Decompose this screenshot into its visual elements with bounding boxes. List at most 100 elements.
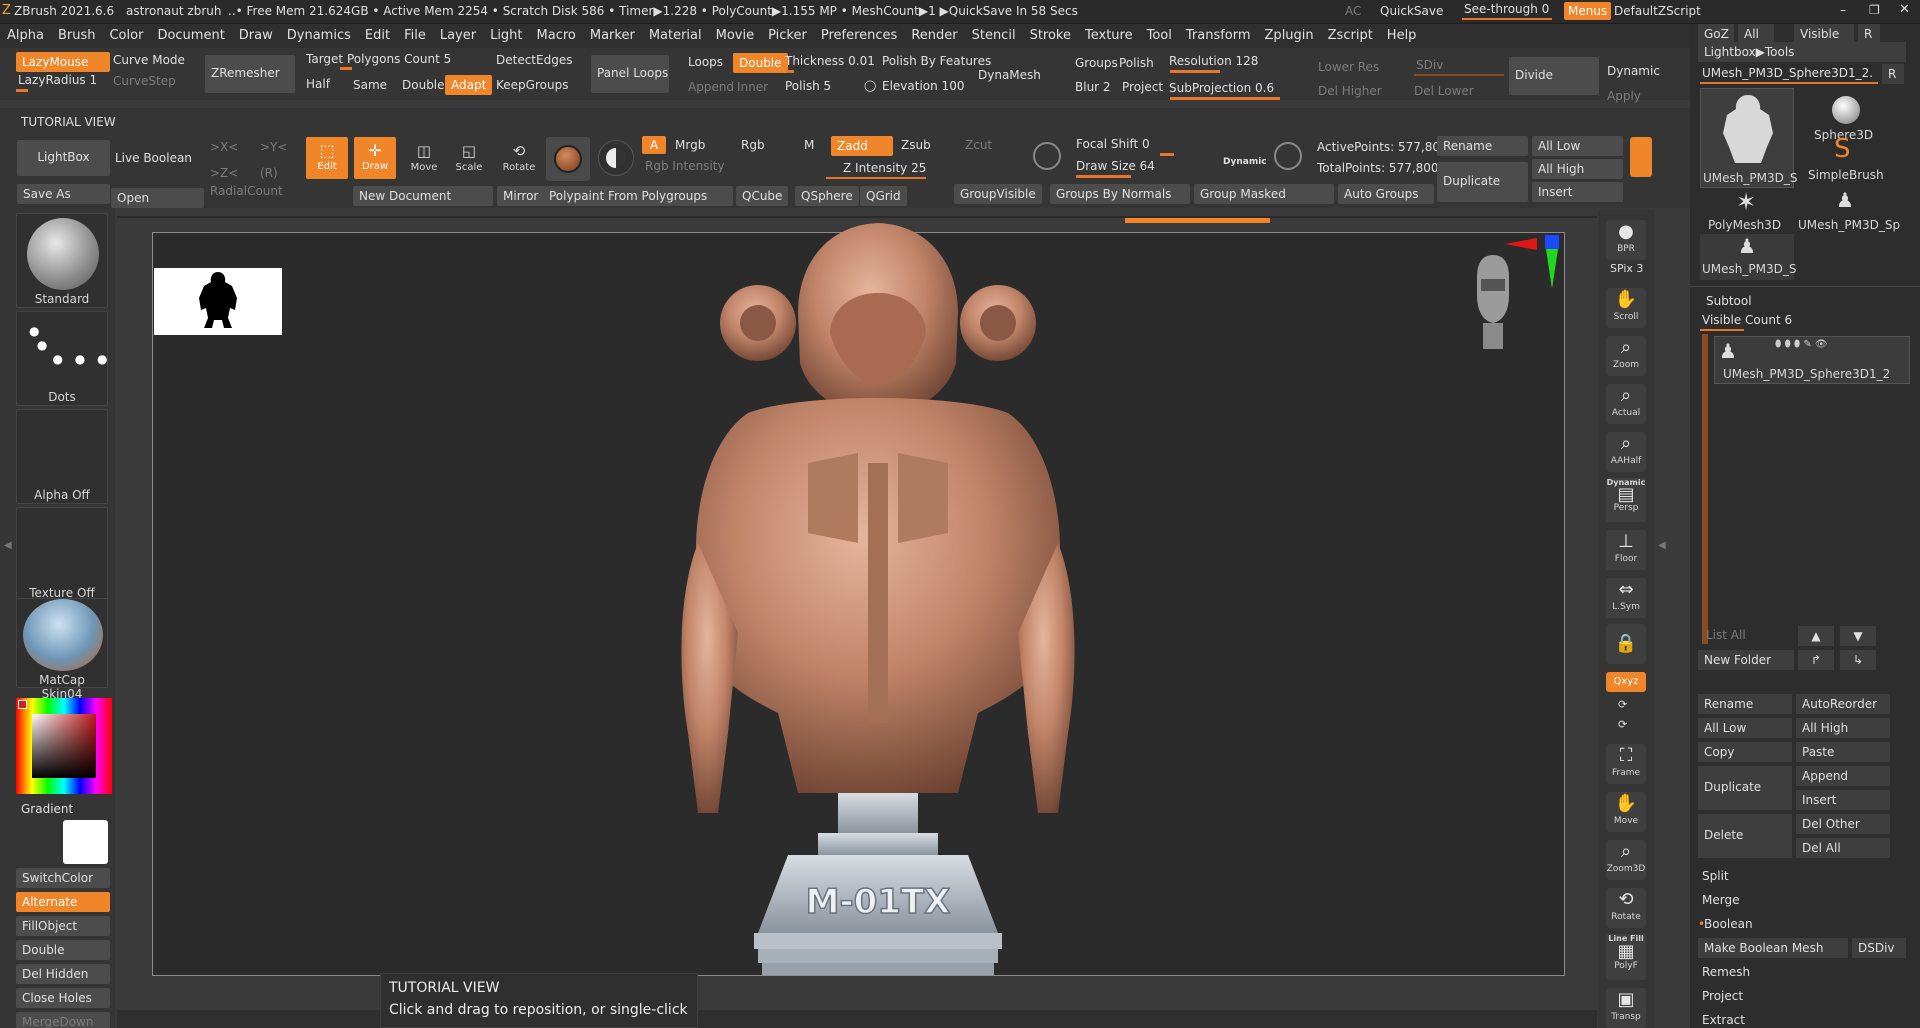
auto-groups-button[interactable]: Auto Groups: [1338, 184, 1434, 204]
folder-action2-icon[interactable]: ↳: [1840, 650, 1876, 670]
rotate-view-button[interactable]: ⟲ Rotate: [1606, 888, 1646, 928]
tool-thumb-umesh-3[interactable]: ♟ UMesh_PM3D_S: [1700, 234, 1796, 280]
rgb-intensity-slider[interactable]: Rgb Intensity: [645, 159, 725, 173]
duplicate-button[interactable]: Duplicate: [1698, 766, 1792, 810]
detectedges-button[interactable]: DetectEdges: [496, 53, 572, 67]
copy-button[interactable]: Copy: [1698, 742, 1792, 762]
del-hidden-button[interactable]: Del Hidden: [16, 964, 110, 984]
rotate-y-icon[interactable]: ⟳: [1618, 698, 1627, 711]
z-intensity-slider[interactable]: Z Intensity 25: [843, 161, 926, 175]
groups-button[interactable]: Groups: [1075, 56, 1118, 70]
menu-light[interactable]: Light: [483, 24, 529, 43]
make-boolean-mesh-button[interactable]: Make Boolean Mesh: [1698, 938, 1848, 958]
zoom-button[interactable]: ⌕ Zoom: [1606, 336, 1646, 376]
menu-help[interactable]: Help: [1380, 24, 1424, 43]
alternate-button[interactable]: Alternate: [16, 892, 110, 912]
menu-file[interactable]: File: [397, 24, 433, 43]
draw-size-slider[interactable]: Draw Size 64: [1076, 159, 1155, 173]
folder-action-icon[interactable]: ↱: [1798, 650, 1834, 670]
xyz-button[interactable]: Qxyz: [1606, 672, 1646, 692]
same-button[interactable]: Same: [353, 78, 387, 92]
mirror-button[interactable]: Mirror: [497, 186, 545, 206]
menu-layer[interactable]: Layer: [433, 24, 483, 43]
persp-button[interactable]: Dynamic ▤ Persp: [1606, 478, 1646, 522]
focal-shift-icon[interactable]: [1033, 142, 1061, 170]
focal-shift-slider[interactable]: Focal Shift 0: [1076, 137, 1150, 151]
material-swatch-button[interactable]: [546, 137, 590, 181]
minimize-icon[interactable]: –: [1840, 3, 1846, 17]
del-higher-button[interactable]: Del Higher: [1318, 84, 1382, 98]
floor-button[interactable]: ⊥ Floor: [1606, 530, 1646, 570]
rename-button[interactable]: Rename: [1698, 694, 1792, 714]
split-header[interactable]: Split: [1702, 869, 1729, 883]
menu-alpha[interactable]: Alpha: [0, 24, 51, 43]
radialcount-slider[interactable]: RadialCount: [210, 184, 283, 198]
zadd-button[interactable]: Zadd: [831, 136, 893, 156]
menu-edit[interactable]: Edit: [358, 24, 397, 43]
groups-by-normals-button[interactable]: Groups By Normals: [1050, 184, 1190, 204]
sym-z-button[interactable]: >Z<: [210, 166, 238, 180]
menu-preferences[interactable]: Preferences: [814, 24, 904, 43]
group-masked-button[interactable]: Group Masked: [1194, 184, 1334, 204]
del-other-button[interactable]: Del Other: [1796, 814, 1890, 834]
qgrid-button[interactable]: QGrid: [860, 186, 907, 206]
head-gizmo-icon[interactable]: [1467, 251, 1519, 351]
close-holes-button[interactable]: Close Holes: [16, 988, 110, 1008]
viewport-canvas[interactable]: M-01TX: [152, 223, 1565, 976]
goz-button[interactable]: GoZ: [1698, 24, 1734, 44]
apply-button[interactable]: Apply: [1607, 89, 1641, 103]
lock-button[interactable]: 🔒: [1606, 624, 1646, 664]
tutorial-tooltip[interactable]: TUTORIAL VIEW Click and drag to repositi…: [380, 973, 698, 1028]
zremesher-button[interactable]: ZRemesher: [205, 55, 295, 93]
project-header[interactable]: Project: [1702, 989, 1743, 1003]
delete-button[interactable]: Delete: [1698, 814, 1792, 858]
goz-all-button[interactable]: All: [1738, 24, 1774, 44]
transp-button[interactable]: ▣ Transp: [1606, 988, 1646, 1028]
del-all-button[interactable]: Del All: [1796, 838, 1890, 858]
solo-button[interactable]: [1630, 137, 1652, 177]
append-button[interactable]: Append: [688, 80, 734, 94]
menu-zplugin[interactable]: Zplugin: [1258, 24, 1321, 43]
keepgroups-button[interactable]: KeepGroups: [496, 78, 568, 92]
groupvisible-button[interactable]: GroupVisible: [954, 184, 1042, 204]
append-button[interactable]: Append: [1796, 766, 1890, 786]
tool-thumb-simplebrush[interactable]: S SimpleBrush: [1796, 134, 1896, 186]
zoom3d-button[interactable]: ⌕ Zoom3D: [1606, 840, 1646, 880]
scale-mode-button[interactable]: ◱ Scale: [449, 140, 489, 180]
bpr-button[interactable]: ● BPR: [1606, 220, 1646, 260]
curvestep-slider[interactable]: CurveStep: [113, 74, 176, 88]
curve-mode-button[interactable]: Curve Mode: [113, 53, 185, 67]
color-square[interactable]: [32, 714, 96, 778]
extract-header[interactable]: Extract: [1702, 1013, 1745, 1027]
new-folder-button[interactable]: New Folder: [1698, 650, 1794, 670]
rgb-button[interactable]: Rgb: [741, 138, 765, 152]
spix-slider[interactable]: SPix 3: [1610, 262, 1643, 275]
move-down-icon[interactable]: ▼: [1840, 626, 1876, 646]
visible-count-slider[interactable]: Visible Count 6: [1702, 313, 1792, 327]
double-left-button[interactable]: Double: [16, 940, 110, 960]
navigator-thumbnail[interactable]: [154, 268, 282, 335]
brush-thumb[interactable]: Standard: [16, 213, 108, 308]
menu-color[interactable]: Color: [102, 24, 150, 43]
material-thumb[interactable]: MatCap Skin04: [16, 598, 108, 701]
all-high-shelf-button[interactable]: All High: [1532, 159, 1623, 179]
secondary-color-swatch[interactable]: [63, 820, 108, 864]
menus-toggle[interactable]: Menus: [1564, 2, 1612, 20]
inner-button[interactable]: Inner: [737, 80, 768, 94]
goz-r-button[interactable]: R: [1858, 24, 1880, 44]
blur-slider[interactable]: Blur 2: [1075, 80, 1111, 94]
resolution-slider[interactable]: Resolution 128: [1169, 54, 1258, 68]
switchcolor-button[interactable]: SwitchColor: [16, 868, 110, 888]
close-icon[interactable]: ✕: [1899, 2, 1910, 17]
polypaint-from-polygroups-button[interactable]: Polypaint From Polygroups: [543, 186, 733, 206]
double-button[interactable]: Double: [402, 78, 445, 92]
mergedown-button[interactable]: MergeDown: [16, 1012, 110, 1028]
menu-material[interactable]: Material: [642, 24, 709, 43]
qcube-button[interactable]: QCube: [736, 186, 789, 206]
mrgb-button[interactable]: Mrgb: [675, 138, 705, 152]
menu-transform[interactable]: Transform: [1179, 24, 1258, 43]
restore-icon[interactable]: ❐: [1869, 3, 1880, 17]
menu-picker[interactable]: Picker: [761, 24, 814, 43]
open-button[interactable]: Open: [111, 188, 204, 208]
thickness-slider[interactable]: Thickness 0.01: [785, 54, 875, 68]
